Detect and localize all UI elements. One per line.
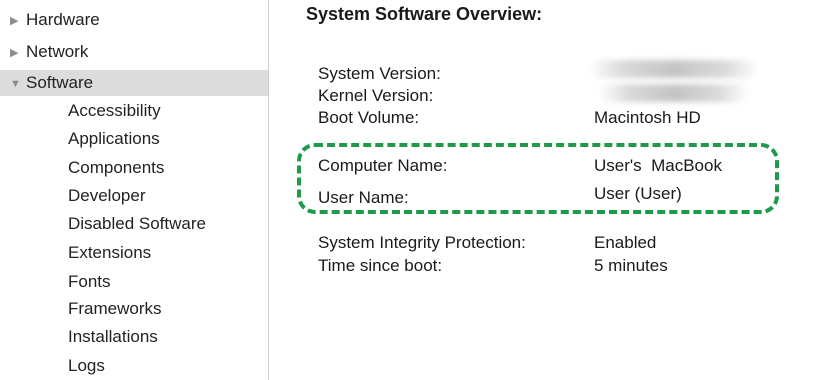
sidebar-item-disabled-software[interactable]: Disabled Software xyxy=(68,211,206,237)
sip-value: Enabled xyxy=(594,233,657,252)
boot-volume-value: Macintosh HD xyxy=(594,108,701,127)
sidebar-item-installations[interactable]: Installations xyxy=(68,324,158,350)
sidebar-item-components[interactable]: Components xyxy=(68,155,164,181)
highlight-annotation xyxy=(297,143,779,214)
sidebar-tree[interactable]: ▶ Hardware ▶ Network ▼ Software Accessibili… xyxy=(0,0,269,380)
sidebar-item-applications[interactable]: Applications xyxy=(68,126,160,152)
sidebar-item-hardware[interactable]: ▶ Hardware xyxy=(10,8,100,32)
time-since-boot-label: Time since boot: xyxy=(318,256,443,275)
section-title: System Software Overview: xyxy=(306,4,543,24)
sidebar-item-accessibility[interactable]: Accessibility xyxy=(68,98,161,124)
disclosure-right-icon[interactable]: ▶ xyxy=(10,41,26,65)
system-version-label: System Version: xyxy=(318,64,441,83)
boot-volume-label: Boot Volume: xyxy=(318,108,420,127)
system-version-value-redacted xyxy=(589,60,759,78)
sidebar-item-network[interactable]: ▶ Network xyxy=(10,40,88,64)
kernel-version-label: Kernel Version: xyxy=(318,86,434,105)
sidebar-item-frameworks[interactable]: Frameworks xyxy=(68,296,162,322)
kernel-version-value-redacted xyxy=(599,84,749,102)
sidebar-item-logs[interactable]: Logs xyxy=(68,353,105,379)
sidebar-item-fonts[interactable]: Fonts xyxy=(68,269,111,295)
sidebar-item-software[interactable]: ▼ Software xyxy=(0,70,268,96)
disclosure-down-icon[interactable]: ▼ xyxy=(10,71,26,97)
disclosure-right-icon[interactable]: ▶ xyxy=(10,9,26,33)
time-since-boot-value: 5 minutes xyxy=(594,256,668,275)
sip-label: System Integrity Protection: xyxy=(318,233,526,252)
sidebar-item-extensions[interactable]: Extensions xyxy=(68,240,151,266)
sidebar-item-developer[interactable]: Developer xyxy=(68,183,146,209)
